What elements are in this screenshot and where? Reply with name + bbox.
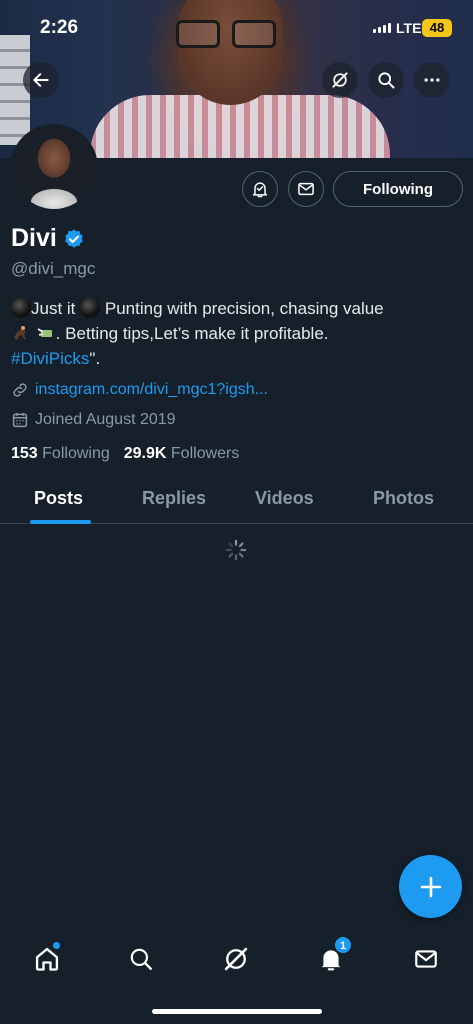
banner-shirt xyxy=(90,95,390,158)
messages-envelope-icon xyxy=(415,950,437,968)
compose-post-button[interactable] xyxy=(399,855,462,918)
following-button[interactable]: Following xyxy=(333,171,463,207)
black-circle-emoji-icon xyxy=(80,298,101,318)
calendar-icon xyxy=(12,412,28,428)
back-button[interactable] xyxy=(23,62,59,98)
profile-avatar[interactable] xyxy=(10,124,98,212)
profile-link-row[interactable]: instagram.com/divi_mgc1?igsh... xyxy=(11,381,268,399)
nav-notifications[interactable]: 1 xyxy=(314,936,352,976)
status-time: 2:26 xyxy=(40,17,79,38)
bio-line-1: Just it Punting with precision, chasing … xyxy=(11,296,461,321)
joined-row: Joined August 2019 xyxy=(11,411,176,429)
battery-indicator: 48 xyxy=(422,19,452,37)
plus-icon xyxy=(420,876,441,897)
profile-name: Divi xyxy=(11,224,57,252)
back-arrow-icon xyxy=(33,73,49,87)
money-wings-emoji-icon xyxy=(37,328,52,337)
network-label: LTE xyxy=(396,20,422,36)
grok-icon xyxy=(224,947,248,971)
notifications-subscribe-button[interactable] xyxy=(242,171,278,207)
verified-badge-icon[interactable] xyxy=(63,228,85,250)
more-dots-icon xyxy=(424,78,440,82)
bell-check-icon xyxy=(253,182,267,198)
follow-stats: 153 Following 29.9K Followers xyxy=(11,445,239,463)
bio-line-3: #DiviPicks". xyxy=(11,349,101,368)
link-icon xyxy=(13,383,27,397)
nav-home[interactable] xyxy=(30,942,64,976)
bio-hashtag-link[interactable]: #DiviPicks xyxy=(11,349,89,368)
joined-date: Joined August 2019 xyxy=(35,411,176,428)
home-indicator-bar[interactable] xyxy=(152,1009,322,1014)
home-icon xyxy=(35,947,59,971)
home-new-indicator xyxy=(53,942,60,949)
profile-website-link[interactable]: instagram.com/divi_mgc1?igsh... xyxy=(35,381,268,399)
grok-icon xyxy=(332,72,348,88)
nav-grok[interactable] xyxy=(219,942,253,976)
bio-line-2: . Betting tips,Let’s make it profitable. xyxy=(11,321,461,346)
profile-handle: @divi_mgc xyxy=(11,259,96,278)
horse-racing-emoji-icon xyxy=(14,326,26,340)
search-icon xyxy=(130,948,152,970)
black-circle-emoji-icon xyxy=(11,298,31,318)
followers-stat[interactable]: 29.9K Followers xyxy=(124,445,240,463)
tab-posts[interactable]: Posts xyxy=(34,488,83,509)
profile-name-row: Divi xyxy=(11,224,85,253)
avatar-image xyxy=(13,127,95,209)
grok-button[interactable] xyxy=(322,62,358,98)
tab-replies[interactable]: Replies xyxy=(142,488,206,509)
tab-photos[interactable]: Photos xyxy=(373,488,434,509)
search-profile-button[interactable] xyxy=(368,62,404,98)
nav-search[interactable] xyxy=(124,942,158,976)
profile-bio: Just it Punting with precision, chasing … xyxy=(11,296,461,371)
active-tab-indicator xyxy=(30,520,91,524)
tab-videos[interactable]: Videos xyxy=(255,488,314,509)
loading-spinner-icon xyxy=(225,539,247,561)
search-icon xyxy=(378,72,395,89)
nav-messages[interactable] xyxy=(409,942,443,976)
envelope-icon xyxy=(298,182,314,196)
status-bar: 2:26 LTE 48 xyxy=(0,0,473,56)
profile-tabs: Posts Replies Videos Photos xyxy=(0,478,473,524)
following-stat[interactable]: 153 Following xyxy=(11,445,110,463)
more-button[interactable] xyxy=(414,62,450,98)
message-button[interactable] xyxy=(288,171,324,207)
signal-icon xyxy=(373,23,391,33)
notification-count-badge: 1 xyxy=(334,936,352,954)
